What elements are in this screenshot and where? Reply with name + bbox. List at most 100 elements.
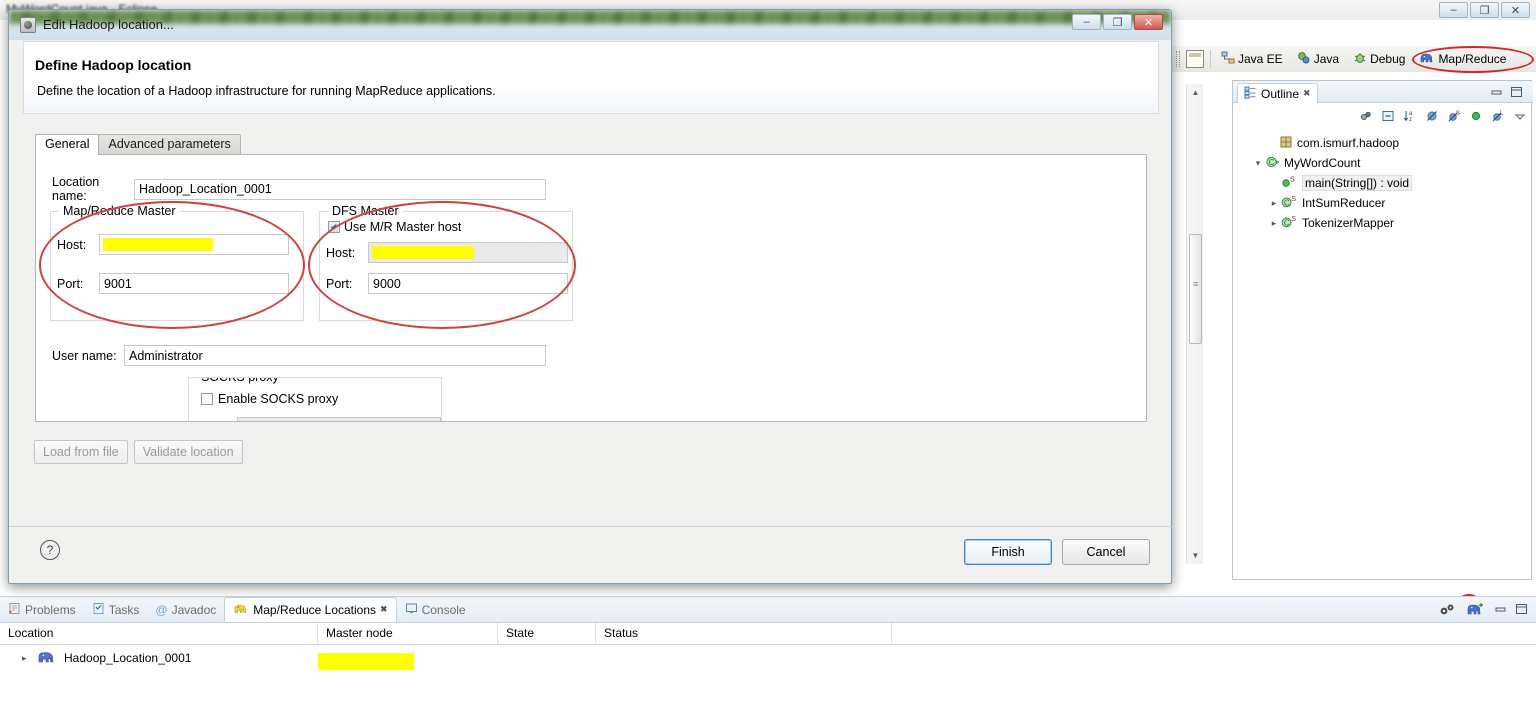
column-header-status[interactable]: Status [596, 623, 892, 644]
tree-twisty[interactable]: ▸ [1267, 198, 1281, 209]
dialog-titlebar[interactable]: Edit Hadoop location... – ❐ ✕ [9, 10, 1171, 40]
svg-text:z: z [1409, 117, 1412, 123]
finish-button[interactable]: Finish [964, 539, 1052, 565]
enable-socks-proxy-checkbox[interactable] [201, 393, 213, 405]
row-twisty[interactable]: ▸ [22, 653, 36, 664]
tab-javadoc[interactable]: @ Javadoc [147, 598, 224, 622]
bottom-panel-minimize-button[interactable] [1494, 603, 1507, 618]
close-icon[interactable]: ✖ [1303, 88, 1311, 99]
gears-icon[interactable] [1438, 601, 1458, 620]
outline-maximize-button[interactable] [1510, 86, 1523, 98]
perspective-java[interactable]: Java [1293, 49, 1343, 70]
dfs-master-group: DFS Master ✔ Use M/R Master host Host: P… [319, 204, 573, 321]
bottom-panel-maximize-button[interactable] [1515, 603, 1528, 618]
outline-item-class-mywordcount[interactable]: ▾ C MyWordCount [1233, 153, 1533, 173]
use-mr-master-host-row[interactable]: ✔ Use M/R Master host [328, 220, 461, 234]
tab-console[interactable]: Console [397, 598, 474, 622]
validate-location-button[interactable]: Validate location [133, 440, 243, 464]
perspective-switcher-bar: Java EE Java Debug Map/Reduce [1172, 46, 1536, 72]
perspective-debug[interactable]: Debug [1349, 49, 1409, 70]
row-location-label: Hadoop_Location_0001 [64, 651, 192, 665]
new-hadoop-location-icon[interactable] [1466, 601, 1486, 620]
scrollbar-thumb[interactable] [1189, 234, 1202, 344]
close-icon[interactable]: ✖ [380, 604, 388, 615]
column-header-location[interactable]: Location [0, 623, 318, 644]
bottom-tab-row: Problems Tasks @ Javadoc Map/Reduce Loca… [0, 597, 1536, 623]
location-name-input[interactable]: Hadoop_Location_0001 [134, 178, 546, 200]
open-perspective-button[interactable] [1186, 50, 1204, 68]
outline-item-class-tokenizermapper[interactable]: ▸ C S TokenizerMapper [1233, 213, 1533, 233]
outline-item-method-main[interactable]: S main(String[]) : void [1233, 173, 1533, 193]
dfs-port-label: Port: [326, 276, 353, 291]
cancel-button[interactable]: Cancel [1062, 539, 1150, 565]
tab-map-reduce-locations-label: Map/Reduce Locations [253, 602, 377, 617]
column-header-state[interactable]: State [498, 623, 596, 644]
tab-problems[interactable]: Problems [0, 598, 84, 622]
mr-host-input[interactable] [99, 234, 289, 255]
hide-local-types-icon[interactable]: L [1491, 109, 1505, 126]
column-header-extra[interactable] [892, 623, 1536, 644]
svg-text:S: S [1456, 111, 1460, 117]
dialog-header-title: Define Hadoop location [35, 57, 192, 73]
mapreduce-master-group: Map/Reduce Master Host: Port: 9001 [50, 204, 304, 321]
svg-text:L: L [1500, 111, 1504, 117]
mapreduce-master-group-label: Map/Reduce Master [59, 204, 180, 218]
method-public-static-icon: S [1281, 175, 1298, 192]
load-from-file-button[interactable]: Load from file [34, 440, 128, 464]
perspective-map-reduce[interactable]: Map/Reduce [1415, 49, 1510, 70]
help-icon[interactable]: ? [40, 540, 60, 560]
scroll-up-arrow[interactable]: ▲ [1187, 84, 1204, 101]
outline-item-class-intsumreducer[interactable]: ▸ C S IntSumReducer [1233, 193, 1533, 213]
column-header-master-node[interactable]: Master node [318, 623, 498, 644]
hide-non-public-icon[interactable] [1469, 109, 1483, 126]
tab-advanced-parameters[interactable]: Advanced parameters [98, 134, 241, 155]
hide-static-members-icon[interactable]: S [1447, 109, 1461, 126]
collapse-all-icon[interactable] [1381, 109, 1395, 126]
perspective-java-ee[interactable]: Java EE [1217, 49, 1287, 70]
dialog-footer: ? Finish Cancel [9, 527, 1173, 584]
package-icon [1279, 135, 1293, 152]
outline-item-package[interactable]: com.ismurf.hadoop [1233, 133, 1533, 153]
use-mr-master-host-checkbox[interactable]: ✔ [328, 221, 340, 233]
focus-on-selection-icon[interactable] [1359, 109, 1373, 126]
eclipse-minimize-button[interactable]: – [1439, 2, 1468, 18]
outline-item-label: main(String[]) : void [1302, 175, 1413, 191]
tab-tasks-label: Tasks [108, 603, 140, 617]
tab-general[interactable]: General [35, 134, 100, 155]
tab-javadoc-label: Javadoc [171, 603, 217, 617]
problems-icon [8, 602, 21, 618]
class-icon: C [1265, 155, 1280, 172]
perspective-debug-label: Debug [1370, 52, 1406, 66]
tree-twisty[interactable]: ▸ [1267, 218, 1281, 229]
tab-map-reduce-locations[interactable]: Map/Reduce Locations ✖ [224, 597, 397, 622]
table-row[interactable]: ▸ Hadoop_Location_0001 [0, 645, 1536, 671]
elephant-icon [36, 649, 58, 668]
eclipse-maximize-button[interactable]: ❐ [1470, 2, 1499, 18]
outline-view: Outline ✖ a z S L com.ismurf.hadoop ▾ C … [1232, 80, 1533, 580]
view-menu-icon[interactable] [1513, 109, 1527, 126]
outline-minimize-button[interactable] [1490, 86, 1503, 98]
tree-twisty[interactable]: ▾ [1251, 158, 1265, 169]
location-name-field-row: Location name: Hadoop_Location_0001 [52, 175, 546, 203]
dialog-maximize-button[interactable]: ❐ [1103, 14, 1132, 30]
outline-tree: com.ismurf.hadoop ▾ C MyWordCount S main… [1233, 129, 1533, 309]
hide-fields-icon[interactable] [1425, 109, 1439, 126]
dfs-port-input[interactable]: 9000 [368, 273, 568, 294]
class-static-icon: C S [1281, 195, 1298, 212]
mr-port-input[interactable]: 9001 [99, 273, 289, 294]
dialog-minimize-button[interactable]: – [1072, 14, 1101, 30]
tab-outline[interactable]: Outline ✖ [1237, 83, 1318, 103]
outline-icon [1244, 86, 1257, 102]
dialog-close-button[interactable]: ✕ [1134, 14, 1163, 30]
enable-socks-proxy-row[interactable]: Enable SOCKS proxy [201, 392, 338, 406]
sort-alphabetically-icon[interactable]: a z [1403, 109, 1417, 126]
svg-text:S: S [1290, 176, 1295, 183]
dfs-host-field-row: Host: [326, 242, 568, 263]
scroll-down-arrow[interactable]: ▼ [1187, 547, 1204, 564]
toolbar-separator [1210, 50, 1211, 68]
tab-tasks[interactable]: Tasks [84, 598, 148, 622]
editor-vertical-scrollbar[interactable]: ▲ ▼ [1186, 84, 1203, 564]
perspective-map-reduce-label: Map/Reduce [1438, 52, 1507, 66]
eclipse-close-button[interactable]: ✕ [1501, 2, 1530, 18]
user-name-input[interactable]: Administrator [124, 345, 546, 366]
